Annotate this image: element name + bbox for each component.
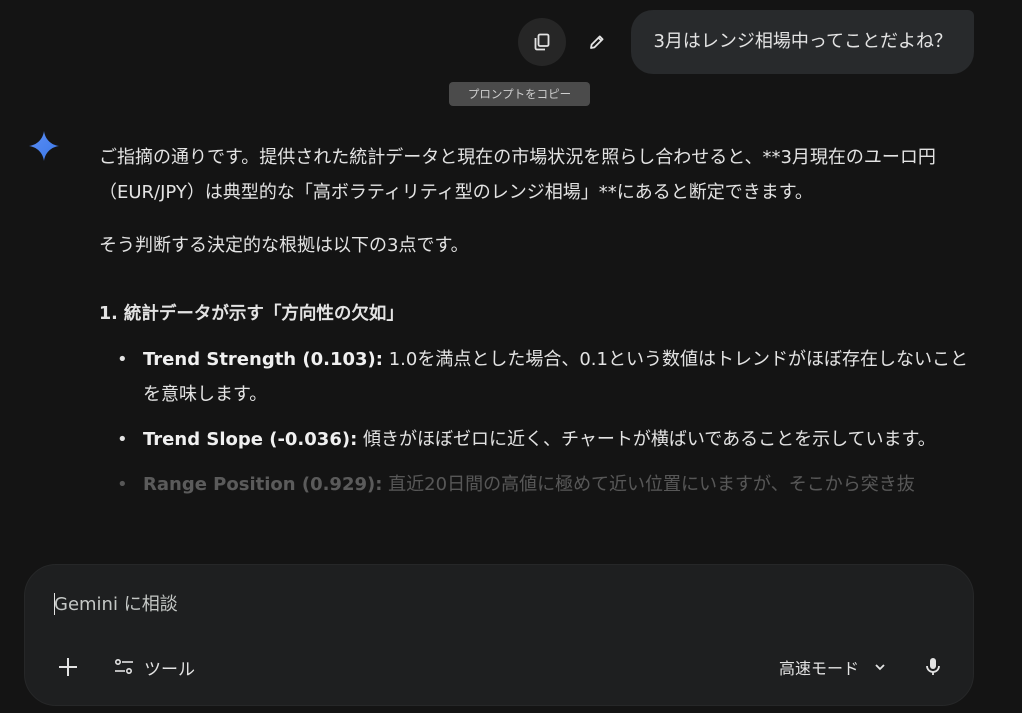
bullet-dot: • [117, 349, 128, 370]
microphone-button[interactable] [913, 647, 953, 687]
prompt-composer: ツール 高速モード [24, 564, 974, 706]
tools-button[interactable]: ツール [113, 647, 195, 687]
pencil-icon [590, 35, 604, 49]
mode-selector[interactable]: 高速モード [779, 647, 887, 687]
bullet-text: 直近20日間の高値に極めて近い位置にいますが、そこから突き抜 [382, 474, 915, 495]
response-paragraph: ご指摘の通りです。提供された統計データと現在の市場状況を照らし合わせると、**3… [99, 147, 936, 203]
bullet-term: Range Position (0.929): [143, 474, 383, 495]
bullet-dot: • [117, 429, 128, 450]
chat-page: 3月はレンジ相場中ってことだよね？ プロンプトをコピー ご指摘の通りです。提供さ… [0, 0, 1022, 713]
edit-prompt-button[interactable] [573, 18, 621, 66]
add-attachment-button[interactable] [48, 647, 88, 687]
chevron-down-icon [875, 664, 885, 671]
mic-icon [926, 658, 940, 675]
bullet-term: Trend Slope (-0.036): [143, 429, 358, 450]
bullet-term: Trend Strength (0.103): [143, 349, 383, 370]
bullet-text: 傾きがほぼゼロに近く、チャートが横ばいであることを示しています。 [357, 429, 936, 450]
tune-icon [114, 658, 133, 675]
plus-icon [59, 658, 77, 676]
bullet-dot: • [117, 474, 128, 495]
list-item: • Trend Strength (0.103): 1.0を満点とした場合、0.… [117, 342, 969, 412]
response-paragraph: そう判断する決定的な根拠は以下の3点です。 [99, 235, 469, 256]
copy-icon [535, 33, 550, 51]
copy-tooltip: プロンプトをコピー [449, 82, 590, 106]
mode-label: 高速モード [778, 659, 859, 678]
copy-prompt-button[interactable] [518, 18, 567, 66]
gemini-spark-icon [29, 131, 59, 161]
response-section-title: 1. 統計データが示す「方向性の欠如」 [99, 304, 404, 324]
list-item: • Trend Slope (-0.036): 傾きがほぼゼロに近く、チャートが… [117, 422, 969, 457]
response-bullet-list: • Trend Strength (0.103): 1.0を満点とした場合、0.… [99, 342, 969, 502]
tools-label: ツール [144, 659, 195, 680]
list-item: • Range Position (0.929): 直近20日間の高値に極めて近… [117, 467, 969, 502]
user-message-bubble: 3月はレンジ相場中ってことだよね？ [631, 10, 974, 74]
model-response: ご指摘の通りです。提供された統計データと現在の市場状況を照らし合わせると、**3… [99, 140, 969, 512]
user-message-row: 3月はレンジ相場中ってことだよね？ [518, 10, 974, 74]
prompt-input[interactable] [54, 589, 914, 619]
composer-toolbar: ツール 高速モード [25, 647, 973, 687]
text-caret [54, 593, 55, 615]
